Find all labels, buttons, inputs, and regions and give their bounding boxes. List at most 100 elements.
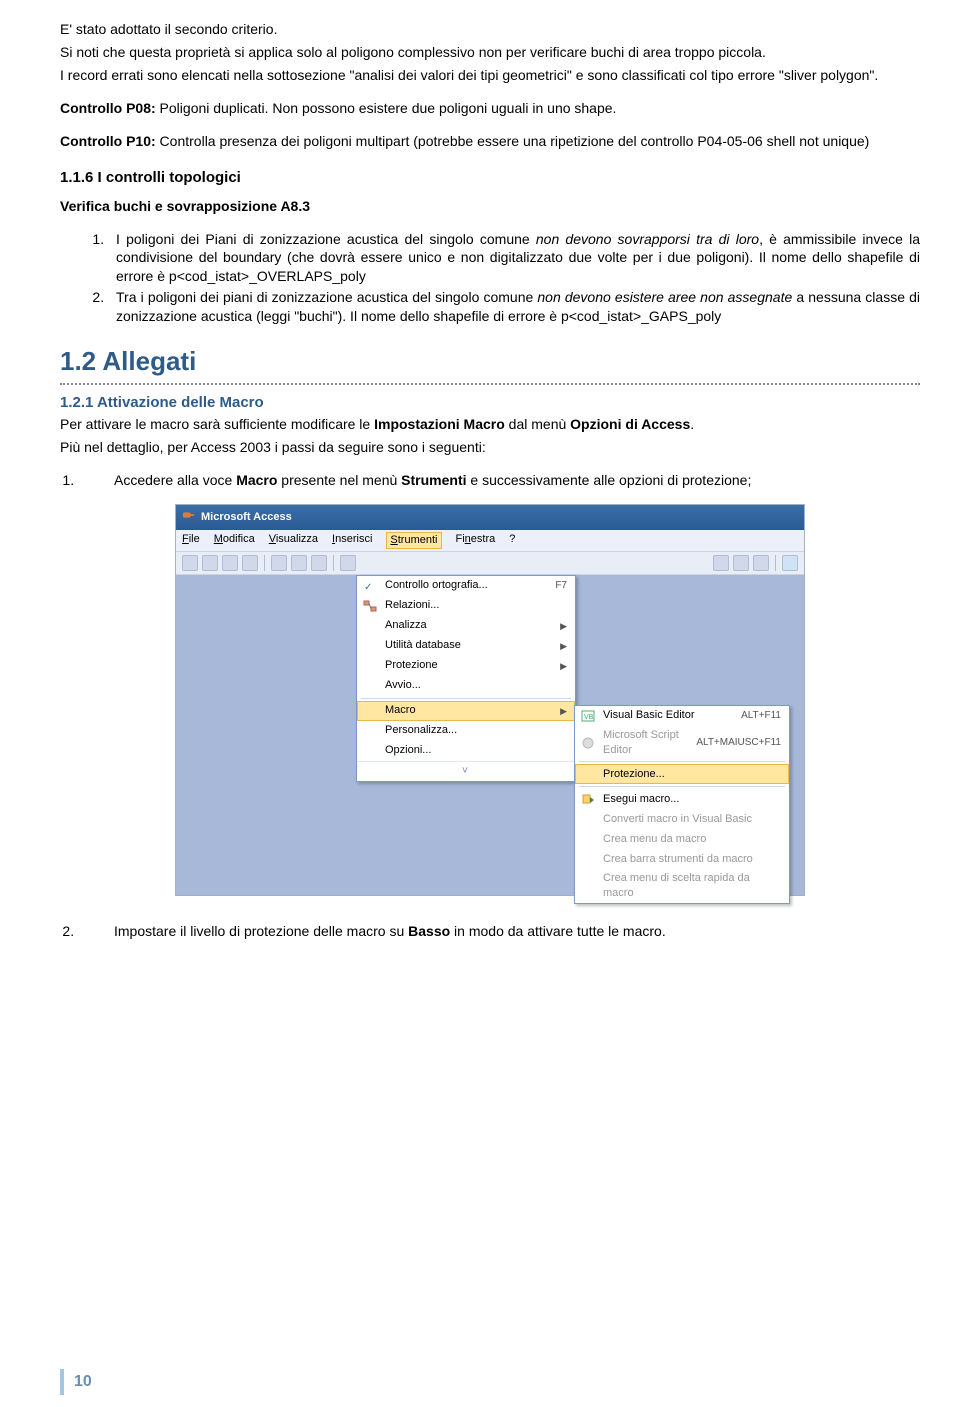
- menu-item-esegui[interactable]: Esegui macro...: [575, 789, 789, 809]
- text: e successivamente alle opzioni di protez…: [467, 472, 752, 488]
- menu-item-label: Crea barra strumenti da macro: [603, 852, 781, 867]
- text-bold: Strumenti: [401, 472, 466, 488]
- toolbar-separator: [333, 555, 334, 571]
- step-item: Accedere alla voce Macro presente nel me…: [78, 471, 920, 490]
- menu-finestra[interactable]: Finestra: [456, 532, 496, 549]
- text: Impostare il livello di protezione delle…: [114, 923, 408, 939]
- toolbar-separator: [775, 555, 776, 571]
- menu-item-analizza[interactable]: Analizza ▶: [357, 616, 575, 636]
- menu-inserisci[interactable]: Inserisci: [332, 532, 372, 549]
- text-line: Si noti che questa proprietà si applica …: [60, 43, 920, 62]
- page-number: 10: [60, 1369, 102, 1395]
- menu-item-vbe[interactable]: VB Visual Basic Editor ALT+F11: [575, 706, 789, 726]
- vbe-icon: VB: [579, 708, 597, 724]
- menu-modifica[interactable]: Modifica: [214, 532, 255, 549]
- text-bold: Macro: [236, 472, 277, 488]
- text: Accedere alla voce: [114, 472, 236, 488]
- macro-paragraph-2: Più nel dettaglio, per Access 2003 i pas…: [60, 438, 920, 457]
- menu-item-relazioni[interactable]: Relazioni...: [357, 596, 575, 616]
- toolbar-icon[interactable]: [340, 555, 356, 571]
- submenu-arrow-icon: ▶: [560, 620, 567, 632]
- toolbar-icon[interactable]: [713, 555, 729, 571]
- label: Controllo P10:: [60, 133, 156, 149]
- menu-item-label: Macro: [385, 703, 550, 718]
- menu-item-crea-barra: Crea barra strumenti da macro: [575, 849, 789, 869]
- submenu-arrow-icon: ▶: [560, 660, 567, 672]
- label: Controllo P08:: [60, 100, 156, 116]
- menu-item-utilita[interactable]: Utilità database ▶: [357, 636, 575, 656]
- text-line: E' stato adottato il secondo criterio.: [60, 20, 920, 39]
- menu-item-label: Controllo ortografia...: [385, 578, 549, 593]
- svg-text:✓: ✓: [364, 582, 372, 593]
- steps-list: Accedere alla voce Macro presente nel me…: [60, 471, 920, 490]
- menu-item-opzioni[interactable]: Opzioni...: [357, 741, 575, 761]
- access-window: Microsoft Access File Modifica Visualizz…: [175, 504, 805, 896]
- menu-item-protezione[interactable]: Protezione ▶: [357, 656, 575, 676]
- screenshot-figure: Microsoft Access File Modifica Visualizz…: [60, 504, 920, 896]
- menu-item-macro[interactable]: Macro ▶: [357, 701, 575, 721]
- blank-icon: [361, 658, 379, 674]
- text: Tra i poligoni dei piani di zonizzazione…: [116, 289, 537, 305]
- menu-item-label: Utilità database: [385, 638, 550, 653]
- strumenti-menu: ✓ Controllo ortografia... F7 Relazioni..…: [356, 575, 576, 782]
- toolbar-icon[interactable]: [733, 555, 749, 571]
- blank-icon: [579, 878, 597, 894]
- controllo-p10: Controllo P10: Controlla presenza dei po…: [60, 132, 920, 151]
- text: .: [690, 416, 694, 432]
- menu-item-label: Crea menu di scelta rapida da macro: [603, 871, 781, 901]
- toolbar-icon[interactable]: [271, 555, 287, 571]
- spellcheck-icon: ✓: [361, 578, 379, 594]
- menu-item-label: Protezione...: [603, 767, 781, 782]
- menu-item-accel: F7: [555, 579, 567, 593]
- blank-icon: [361, 638, 379, 654]
- menu-item-avvio[interactable]: Avvio...: [357, 676, 575, 696]
- menu-separator: [579, 786, 785, 787]
- verifica-heading: Verifica buchi e sovrapposizione A8.3: [60, 197, 920, 216]
- text-bold: Basso: [408, 923, 450, 939]
- toolbar-separator: [264, 555, 265, 571]
- list-item: Tra i poligoni dei piani di zonizzazione…: [108, 288, 920, 326]
- menu-expand-chevron[interactable]: ˅: [357, 761, 575, 781]
- toolbar-icon[interactable]: [242, 555, 258, 571]
- menu-separator: [579, 761, 785, 762]
- text: dal menù: [505, 416, 570, 432]
- toolbar-icon[interactable]: [202, 555, 218, 571]
- menu-item-mse: Microsoft Script Editor ALT+MAIUSC+F11: [575, 726, 789, 760]
- toolbar-icon[interactable]: [311, 555, 327, 571]
- menu-item-label: Converti macro in Visual Basic: [603, 812, 781, 827]
- toolbar-icon[interactable]: [753, 555, 769, 571]
- toolbar-icon[interactable]: [222, 555, 238, 571]
- menu-item-label: Avvio...: [385, 678, 567, 693]
- toolbar-icon[interactable]: [182, 555, 198, 571]
- menu-item-personalizza[interactable]: Personalizza...: [357, 721, 575, 741]
- mse-icon: [579, 735, 597, 751]
- submenu-arrow-icon: ▶: [560, 640, 567, 652]
- help-icon[interactable]: [782, 555, 798, 571]
- menu-separator: [361, 698, 571, 699]
- menu-file[interactable]: File: [182, 532, 200, 549]
- menu-strumenti[interactable]: Strumenti: [386, 532, 441, 549]
- menu-visualizza[interactable]: Visualizza: [269, 532, 318, 549]
- menu-item-label: Esegui macro...: [603, 792, 781, 807]
- steps-list-cont: Impostare il livello di protezione delle…: [60, 922, 920, 941]
- menu-help[interactable]: ?: [509, 532, 515, 549]
- menu-item-label: Microsoft Script Editor: [603, 728, 690, 758]
- menu-item-protezione[interactable]: Protezione...: [575, 764, 789, 784]
- blank-icon: [361, 703, 379, 719]
- text-bold: Impostazioni Macro: [374, 416, 505, 432]
- menu-item-ortografia[interactable]: ✓ Controllo ortografia... F7: [357, 576, 575, 596]
- menu-item-label: Relazioni...: [385, 598, 567, 613]
- blank-icon: [361, 723, 379, 739]
- menu-item-label: Crea menu da macro: [603, 832, 781, 847]
- menu-item-label: Visual Basic Editor: [603, 708, 735, 723]
- menu-item-crea-menu: Crea menu da macro: [575, 829, 789, 849]
- menu-item-accel: ALT+F11: [741, 709, 781, 723]
- text-line: I record errati sono elencati nella sott…: [60, 66, 920, 85]
- menu-item-accel: ALT+MAIUSC+F11: [696, 736, 781, 750]
- heading-1-2-1: 1.2.1 Attivazione delle Macro: [60, 393, 920, 413]
- text: I poligoni dei Piani di zonizzazione acu…: [116, 231, 536, 247]
- blank-icon: [579, 766, 597, 782]
- toolbar-icon[interactable]: [291, 555, 307, 571]
- numbered-list: I poligoni dei Piani di zonizzazione acu…: [60, 230, 920, 326]
- menu-item-label: Protezione: [385, 658, 550, 673]
